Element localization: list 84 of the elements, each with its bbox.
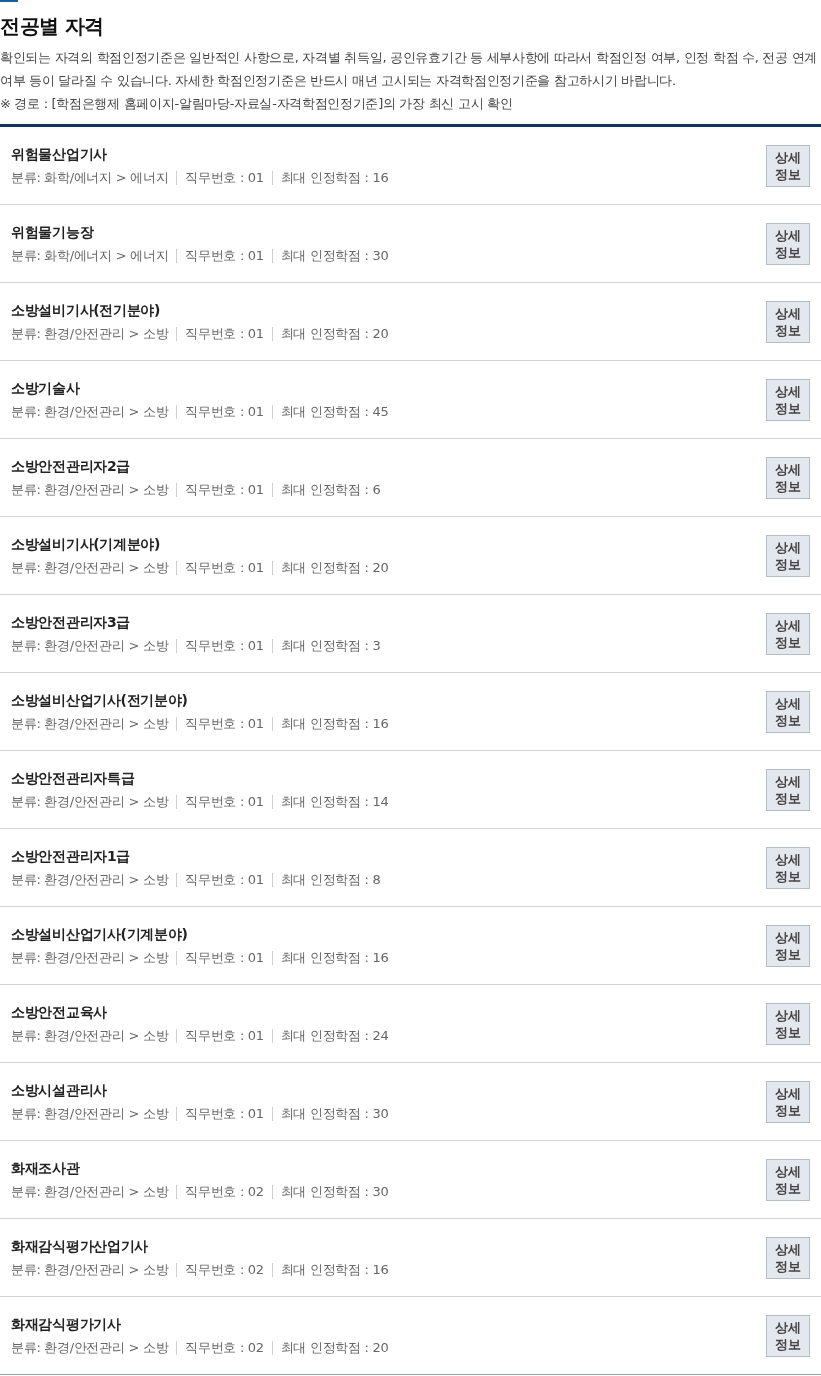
certificate-name: 소방시설관리사: [11, 1080, 108, 1100]
detail-button[interactable]: 상세 정보: [766, 1080, 810, 1123]
max-credits-text: 최대 인정학점 : 20: [279, 558, 390, 577]
certificate-name: 소방기술사: [11, 378, 81, 398]
max-credits-text: 최대 인정학점 : 14: [279, 792, 390, 811]
job-number-text: 직무번호 : 01: [184, 324, 265, 343]
category-text: 분류: 환경/안전관리 > 소방: [11, 870, 170, 889]
certificate-name: 위험물산업기사: [11, 144, 108, 164]
detail-button[interactable]: 상세 정보: [766, 1002, 810, 1045]
job-number-text: 직무번호 : 01: [184, 558, 265, 577]
job-number-text: 직무번호 : 02: [184, 1260, 265, 1279]
detail-button[interactable]: 상세 정보: [766, 924, 810, 967]
detail-button[interactable]: 상세 정보: [766, 1158, 810, 1201]
certificate-name: 소방설비기사(기계분야): [11, 534, 162, 554]
category-text: 분류: 환경/안전관리 > 소방: [11, 1104, 170, 1123]
max-credits-text: 최대 인정학점 : 20: [279, 324, 390, 343]
max-credits-text: 최대 인정학점 : 16: [279, 168, 390, 187]
job-number-text: 직무번호 : 01: [184, 792, 265, 811]
category-text: 분류: 환경/안전관리 > 소방: [11, 1260, 170, 1279]
accent-bar: [0, 0, 18, 2]
max-credits-text: 최대 인정학점 : 6: [279, 480, 382, 499]
job-number-text: 직무번호 : 01: [184, 714, 265, 733]
job-number-text: 직무번호 : 01: [184, 1026, 265, 1045]
max-credits-text: 최대 인정학점 : 20: [279, 1338, 390, 1357]
path-note: ※ 경로 : [학점은행제 홈페이지-알림마당-자료실-자격학점인정기준]의 가장 최신 고시 확인: [0, 95, 514, 113]
category-text: 분류: 환경/안전관리 > 소방: [11, 1338, 170, 1357]
job-number-text: 직무번호 : 01: [184, 636, 265, 655]
max-credits-text: 최대 인정학점 : 16: [279, 1260, 390, 1279]
detail-button[interactable]: 상세 정보: [766, 1236, 810, 1279]
max-credits-text: 최대 인정학점 : 8: [279, 870, 382, 889]
job-number-text: 직무번호 : 02: [184, 1182, 265, 1201]
certificate-name: 화재조사관: [11, 1158, 81, 1178]
certificate-name: 소방안전관리자3급: [11, 612, 132, 632]
max-credits-text: 최대 인정학점 : 16: [279, 948, 390, 967]
category-text: 분류: 환경/안전관리 > 소방: [11, 636, 170, 655]
category-text: 분류: 환경/안전관리 > 소방: [11, 792, 170, 811]
job-number-text: 직무번호 : 02: [184, 1338, 265, 1357]
detail-button[interactable]: 상세 정보: [766, 534, 810, 577]
certificate-name: 화재감식평가산업기사: [11, 1236, 149, 1256]
certificate-name: 소방설비기사(전기분야): [11, 300, 162, 320]
detail-button[interactable]: 상세 정보: [766, 144, 810, 187]
category-text: 분류: 환경/안전관리 > 소방: [11, 1182, 170, 1201]
max-credits-text: 최대 인정학점 : 45: [279, 402, 390, 421]
max-credits-text: 최대 인정학점 : 30: [279, 1182, 390, 1201]
detail-button[interactable]: 상세 정보: [766, 1314, 810, 1357]
detail-button[interactable]: 상세 정보: [766, 456, 810, 499]
job-number-text: 직무번호 : 01: [184, 402, 265, 421]
max-credits-text: 최대 인정학점 : 16: [279, 714, 390, 733]
category-text: 분류: 화학/에너지 > 에너지: [11, 246, 170, 265]
certificate-name: 소방안전관리자1급: [11, 846, 132, 866]
certificate-name: 소방안전교육사: [11, 1002, 108, 1022]
category-text: 분류: 환경/안전관리 > 소방: [11, 402, 170, 421]
job-number-text: 직무번호 : 01: [184, 246, 265, 265]
category-text: 분류: 환경/안전관리 > 소방: [11, 1026, 170, 1045]
certificate-name: 소방안전관리자2급: [11, 456, 132, 476]
job-number-text: 직무번호 : 01: [184, 1104, 265, 1123]
category-text: 분류: 환경/안전관리 > 소방: [11, 948, 170, 967]
max-credits-text: 최대 인정학점 : 3: [279, 636, 382, 655]
category-text: 분류: 환경/안전관리 > 소방: [11, 558, 170, 577]
detail-button[interactable]: 상세 정보: [766, 222, 810, 265]
category-text: 분류: 환경/안전관리 > 소방: [11, 480, 170, 499]
max-credits-text: 최대 인정학점 : 30: [279, 1104, 390, 1123]
certificate-name: 소방설비산업기사(기계분야): [11, 924, 189, 944]
detail-button[interactable]: 상세 정보: [766, 768, 810, 811]
max-credits-text: 최대 인정학점 : 30: [279, 246, 390, 265]
job-number-text: 직무번호 : 01: [184, 948, 265, 967]
certificate-name: 화재감식평가기사: [11, 1314, 122, 1334]
detail-button[interactable]: 상세 정보: [766, 690, 810, 733]
detail-button[interactable]: 상세 정보: [766, 378, 810, 421]
category-text: 분류: 환경/안전관리 > 소방: [11, 714, 170, 733]
job-number-text: 직무번호 : 01: [184, 480, 265, 499]
detail-button[interactable]: 상세 정보: [766, 612, 810, 655]
page-title: 전공별 자격: [0, 13, 105, 40]
certificate-name: 위험물기능장: [11, 222, 95, 242]
max-credits-text: 최대 인정학점 : 24: [279, 1026, 390, 1045]
job-number-text: 직무번호 : 01: [184, 168, 265, 187]
category-text: 분류: 환경/안전관리 > 소방: [11, 324, 170, 343]
detail-button[interactable]: 상세 정보: [766, 846, 810, 889]
detail-button[interactable]: 상세 정보: [766, 300, 810, 343]
certificate-name: 소방설비산업기사(전기분야): [11, 690, 189, 710]
job-number-text: 직무번호 : 01: [184, 870, 265, 889]
category-text: 분류: 화학/에너지 > 에너지: [11, 168, 170, 187]
description-text: 확인되는 자격의 학점인정기준은 일반적인 사항으로, 자격별 취득일, 공인유효기간 등 세부사항에 따라서 학점인정 여부, 인정 학점 수, 전공 연계 여부 등이 달라질 수 있습니다. 자세한 학점인정기준은 반드시 매년 고시되는 자격학점인정기준을 참고하시기 바랍니다.: [0, 49, 819, 90]
certificate-name: 소방안전관리자특급: [11, 768, 136, 788]
